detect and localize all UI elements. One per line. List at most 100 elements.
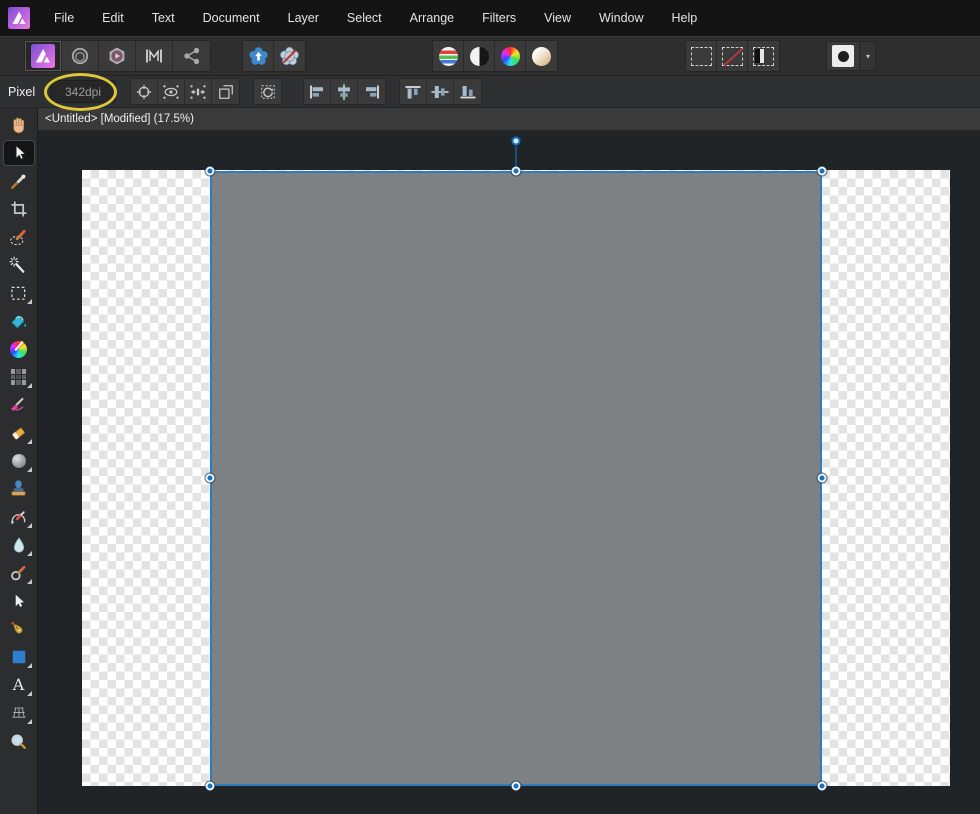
- marquee-tool[interactable]: [0, 279, 38, 307]
- menu-edit[interactable]: Edit: [100, 8, 126, 28]
- flood-select-tool[interactable]: [0, 251, 38, 279]
- selection-handle-bottom-center[interactable]: [511, 781, 521, 791]
- cursor-arrow-icon: [9, 143, 29, 163]
- flood-fill-tool[interactable]: [0, 307, 38, 335]
- mesh-warp-tool[interactable]: [0, 699, 38, 727]
- colour-picker-tool[interactable]: [0, 167, 38, 195]
- blur-brush-tool[interactable]: [0, 531, 38, 559]
- hide-selection-button[interactable]: [158, 79, 185, 104]
- view-tool[interactable]: [0, 111, 38, 139]
- invert-selection-button[interactable]: [748, 41, 779, 71]
- artistic-text-tool[interactable]: A: [0, 671, 38, 699]
- quick-mask-dropdown[interactable]: ▼: [860, 41, 876, 71]
- export-persona-button[interactable]: [173, 41, 210, 71]
- alignment-handles-icon: [188, 82, 208, 102]
- selection-marquee-button[interactable]: [686, 41, 717, 71]
- align-right-button[interactable]: [358, 79, 385, 104]
- selection-handle-top-left[interactable]: [205, 166, 215, 176]
- flower-slash-toggle-button[interactable]: [274, 41, 305, 71]
- align-middle-vertical-button[interactable]: [427, 79, 454, 104]
- cycle-selection-box-button[interactable]: [254, 79, 281, 104]
- gradient-tool[interactable]: [0, 335, 38, 363]
- menu-select[interactable]: Select: [345, 8, 384, 28]
- align-bottom-icon: [458, 83, 478, 101]
- auto-white-balance-button[interactable]: [526, 41, 557, 71]
- flyout-triangle-icon: [26, 663, 32, 668]
- tone-mapping-persona-button[interactable]: [136, 41, 173, 71]
- auto-levels-button[interactable]: [433, 41, 464, 71]
- menu-document[interactable]: Document: [201, 8, 262, 28]
- deselect-button[interactable]: [717, 41, 748, 71]
- selection-actions-group: [685, 40, 780, 72]
- selection-handle-top-right[interactable]: [817, 166, 827, 176]
- move-options-group: [130, 78, 240, 105]
- liquify-persona-button[interactable]: [62, 41, 99, 71]
- document-tab[interactable]: <Untitled> [Modified] (17.5%): [38, 113, 194, 125]
- selected-layer[interactable]: [210, 171, 822, 786]
- align-middle-vertical-icon: [430, 83, 450, 101]
- align-vertical-group: [399, 78, 482, 105]
- menu-view[interactable]: View: [542, 8, 573, 28]
- flower-arrow-toggle-button[interactable]: [243, 41, 274, 71]
- menu-file[interactable]: File: [52, 8, 76, 28]
- menu-help[interactable]: Help: [670, 8, 700, 28]
- menu-filters[interactable]: Filters: [480, 8, 518, 28]
- crop-tool[interactable]: [0, 195, 38, 223]
- invert-selection-icon: [753, 46, 774, 66]
- clone-brush-tool[interactable]: [0, 475, 38, 503]
- align-top-button[interactable]: [400, 79, 427, 104]
- assistant-toggle-group: [242, 40, 306, 72]
- auto-contrast-button[interactable]: [464, 41, 495, 71]
- rotation-handle[interactable]: [511, 136, 521, 146]
- flyout-triangle-icon: [26, 551, 32, 556]
- paint-brush-icon: [8, 395, 29, 416]
- align-center-horizontal-button[interactable]: [331, 79, 358, 104]
- colour-wheel-icon: [10, 340, 27, 358]
- develop-persona-button[interactable]: [99, 41, 136, 71]
- document-tab-bar: <Untitled> [Modified] (17.5%): [38, 108, 980, 131]
- auto-levels-icon: [438, 46, 458, 66]
- photo-persona-button[interactable]: [25, 41, 62, 71]
- menu-arrange[interactable]: Arrange: [408, 8, 456, 28]
- hand-icon: [8, 115, 29, 136]
- align-left-button[interactable]: [304, 79, 331, 104]
- selection-handle-top-center[interactable]: [511, 166, 521, 176]
- selection-handle-middle-left[interactable]: [205, 473, 215, 483]
- selection-brush-tool[interactable]: [0, 223, 38, 251]
- zoom-tool[interactable]: [0, 727, 38, 755]
- node-tool[interactable]: [0, 587, 38, 615]
- quick-mask-button[interactable]: [826, 41, 860, 71]
- auto-contrast-icon: [469, 46, 489, 66]
- dodge-brush-tool[interactable]: [0, 447, 38, 475]
- selection-brush-icon: [8, 227, 29, 248]
- pen-tool[interactable]: [0, 615, 38, 643]
- healing-brush-tool[interactable]: [0, 559, 38, 587]
- move-tool[interactable]: [0, 139, 38, 167]
- rectangle-tool[interactable]: [0, 643, 38, 671]
- paint-brush-tool[interactable]: [0, 391, 38, 419]
- flyout-triangle-icon: [26, 719, 32, 724]
- erase-brush-tool[interactable]: [0, 419, 38, 447]
- auto-colours-button[interactable]: [495, 41, 526, 71]
- menu-text[interactable]: Text: [150, 8, 177, 28]
- align-top-icon: [403, 83, 423, 101]
- align-bottom-button[interactable]: [454, 79, 481, 104]
- alignment-handles-button[interactable]: [185, 79, 212, 104]
- menu-bar: File Edit Text Document Layer Select Arr…: [0, 0, 980, 36]
- selection-handle-middle-right[interactable]: [817, 473, 827, 483]
- flyout-triangle-icon: [26, 579, 32, 584]
- menu-layer[interactable]: Layer: [286, 8, 321, 28]
- undo-brush-tool[interactable]: [0, 503, 38, 531]
- blue-square-icon: [9, 647, 29, 667]
- transform-origin-button[interactable]: [131, 79, 158, 104]
- pixel-grid-icon: [10, 369, 27, 385]
- pixel-tool[interactable]: [0, 363, 38, 391]
- selection-handle-bottom-right[interactable]: [817, 781, 827, 791]
- selection-handle-bottom-left[interactable]: [205, 781, 215, 791]
- chevron-down-icon: ▼: [864, 52, 871, 60]
- eye-icon: [161, 82, 181, 102]
- dpi-field[interactable]: 342dpi: [50, 80, 116, 103]
- crop-icon: [9, 199, 29, 219]
- transform-separately-button[interactable]: [212, 79, 239, 104]
- menu-window[interactable]: Window: [597, 8, 645, 28]
